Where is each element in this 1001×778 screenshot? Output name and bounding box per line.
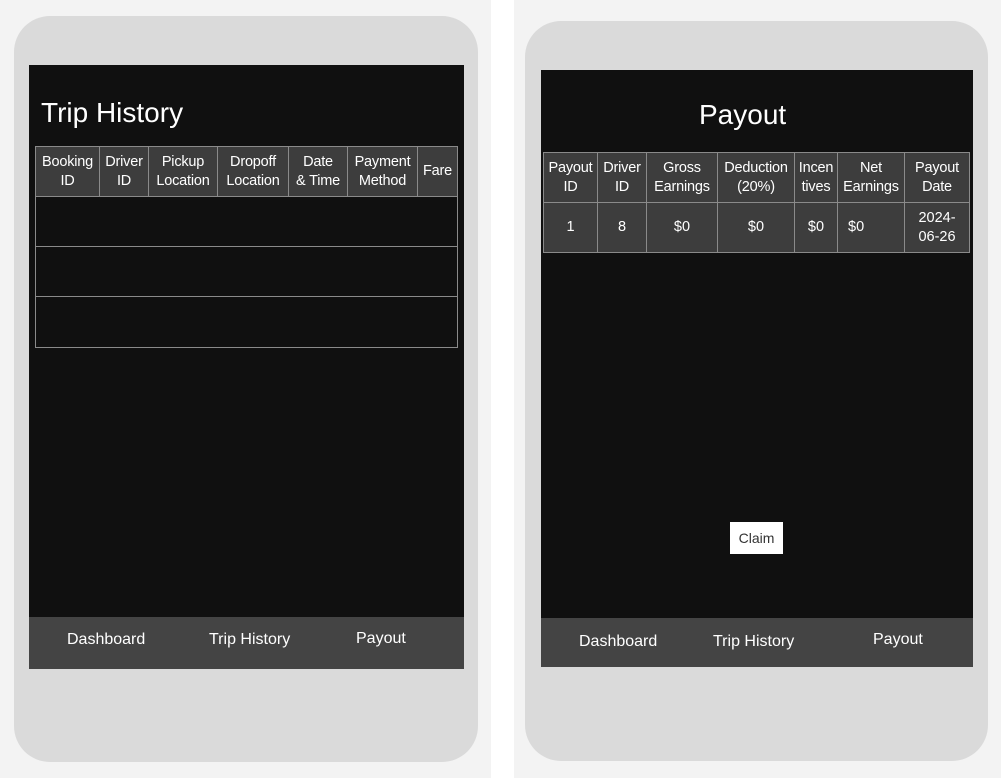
cell-incentives: $0 bbox=[794, 202, 838, 253]
table-row: 1 8 $0 $0 $0 $0 2024- 06-26 bbox=[543, 202, 970, 253]
column-header-incentives: Incen tives bbox=[794, 152, 838, 203]
table-header-row: Payout ID Driver ID Gross Earnings Deductio… bbox=[543, 152, 970, 203]
table-row bbox=[35, 196, 458, 247]
column-header-net-earnings: Net Earnings bbox=[837, 152, 905, 203]
nav-item-dashboard[interactable]: Dashboard bbox=[579, 633, 657, 651]
table-row-empty-cell bbox=[35, 296, 458, 348]
nav-item-trip-history[interactable]: Trip History bbox=[713, 633, 794, 651]
column-header-fare: Fare bbox=[417, 146, 458, 197]
column-header-dropoff-location: Dropoff Location bbox=[217, 146, 289, 197]
column-header-driver-id: Driver ID bbox=[99, 146, 149, 197]
bottom-navbar: Dashboard Trip History Payout bbox=[29, 617, 464, 669]
payout-table: Payout ID Driver ID Gross Earnings Deductio… bbox=[543, 152, 970, 253]
nav-item-dashboard[interactable]: Dashboard bbox=[67, 631, 145, 649]
column-header-payout-id: Payout ID bbox=[543, 152, 598, 203]
nav-item-payout[interactable]: Payout bbox=[873, 631, 923, 649]
claim-button[interactable]: Claim bbox=[730, 522, 783, 554]
bottom-navbar: Dashboard Trip History Payout bbox=[541, 618, 973, 667]
column-header-pickup-location: Pickup Location bbox=[148, 146, 218, 197]
column-header-payout-date: Payout Date bbox=[904, 152, 970, 203]
payout-screen: Payout Payout ID Driver ID Gross Earnings D… bbox=[541, 70, 973, 667]
trip-history-table: Booking ID Driver ID Pickup Location Dropof… bbox=[35, 146, 458, 348]
column-header-deduction: Deduction (20%) bbox=[717, 152, 795, 203]
nav-item-trip-history[interactable]: Trip History bbox=[209, 631, 290, 649]
cell-gross-earnings: $0 bbox=[646, 202, 718, 253]
table-row bbox=[35, 246, 458, 297]
table-header-row: Booking ID Driver ID Pickup Location Dropof… bbox=[35, 146, 458, 197]
cell-driver-id: 8 bbox=[597, 202, 647, 253]
table-row-empty-cell bbox=[35, 196, 458, 247]
cell-deduction: $0 bbox=[717, 202, 795, 253]
nav-item-payout[interactable]: Payout bbox=[356, 630, 406, 648]
cell-payout-id: 1 bbox=[543, 202, 598, 253]
column-header-booking-id: Booking ID bbox=[35, 146, 100, 197]
column-header-gross-earnings: Gross Earnings bbox=[646, 152, 718, 203]
cell-payout-date: 2024- 06-26 bbox=[904, 202, 970, 253]
table-row-empty-cell bbox=[35, 246, 458, 297]
column-header-date-time: Date & Time bbox=[288, 146, 348, 197]
page-title: Trip History bbox=[41, 97, 184, 128]
cell-net-earnings: $0 bbox=[837, 202, 905, 253]
column-header-payment-method: Payment Method bbox=[347, 146, 418, 197]
trip-history-screen: Trip History Booking ID Driver ID Pickup Lo… bbox=[29, 65, 464, 669]
table-row bbox=[35, 296, 458, 348]
column-header-driver-id: Driver ID bbox=[597, 152, 647, 203]
page-title: Payout bbox=[699, 99, 787, 130]
